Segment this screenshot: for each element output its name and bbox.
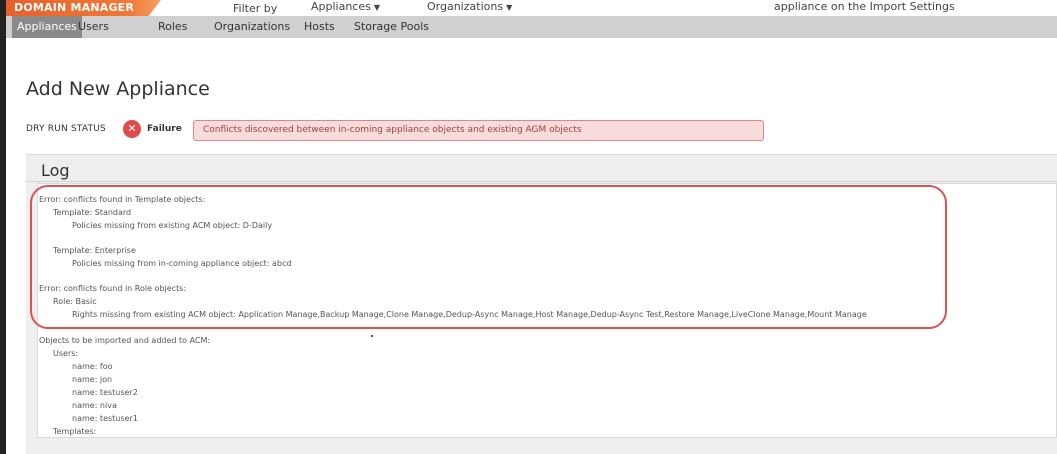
cursor-dot: [371, 335, 373, 337]
appliances-filter-label: Appliances: [311, 0, 371, 13]
failure-icon: ✕: [123, 120, 141, 138]
log-line: Users:: [53, 349, 79, 358]
organizations-filter-dropdown[interactable]: Organizations ▼: [427, 0, 512, 13]
nav-bar: Appliances Users Roles Organizations Hos…: [6, 16, 1057, 38]
log-line: name: foo: [72, 362, 113, 371]
brand-logo: DOMAIN MANAGER: [6, 0, 161, 16]
log-line: name: testuser2: [72, 388, 138, 397]
top-bar: DOMAIN MANAGER Filter by Appliances ▼ Org…: [6, 0, 1057, 16]
chevron-down-icon: ▼: [373, 3, 381, 12]
log-line: name: jon: [72, 375, 113, 384]
log-line: Objects to be imported and added to ACM:: [39, 336, 211, 345]
tab-appliances[interactable]: Appliances: [12, 16, 82, 38]
status-text: Failure: [147, 124, 182, 134]
organizations-filter-label: Organizations: [427, 0, 504, 13]
log-line: Templates:: [53, 427, 97, 436]
tab-roles[interactable]: Roles: [158, 16, 187, 38]
tab-organizations[interactable]: Organizations: [214, 16, 290, 38]
dry-run-status-label: DRY RUN STATUS: [26, 124, 106, 134]
page-title: Add New Appliance: [26, 78, 210, 100]
appliances-filter-dropdown[interactable]: Appliances ▼: [311, 0, 380, 13]
chevron-down-icon: ▼: [506, 3, 513, 12]
conflict-highlight-annotation: [30, 185, 947, 329]
log-title: Log: [41, 161, 70, 180]
log-line: name: testuser1: [72, 414, 138, 423]
tab-storage-pools[interactable]: Storage Pools: [354, 16, 429, 38]
top-trailing-text: appliance on the Import Settings: [774, 0, 955, 13]
left-edge: [0, 0, 6, 454]
log-line: name: niva: [72, 401, 117, 410]
filter-label: Filter by: [233, 2, 278, 15]
tab-users[interactable]: Users: [78, 16, 109, 38]
conflict-message: Conflicts discovered between in-coming a…: [193, 120, 764, 141]
tab-hosts[interactable]: Hosts: [304, 16, 335, 38]
log-header: Log: [26, 155, 1057, 182]
